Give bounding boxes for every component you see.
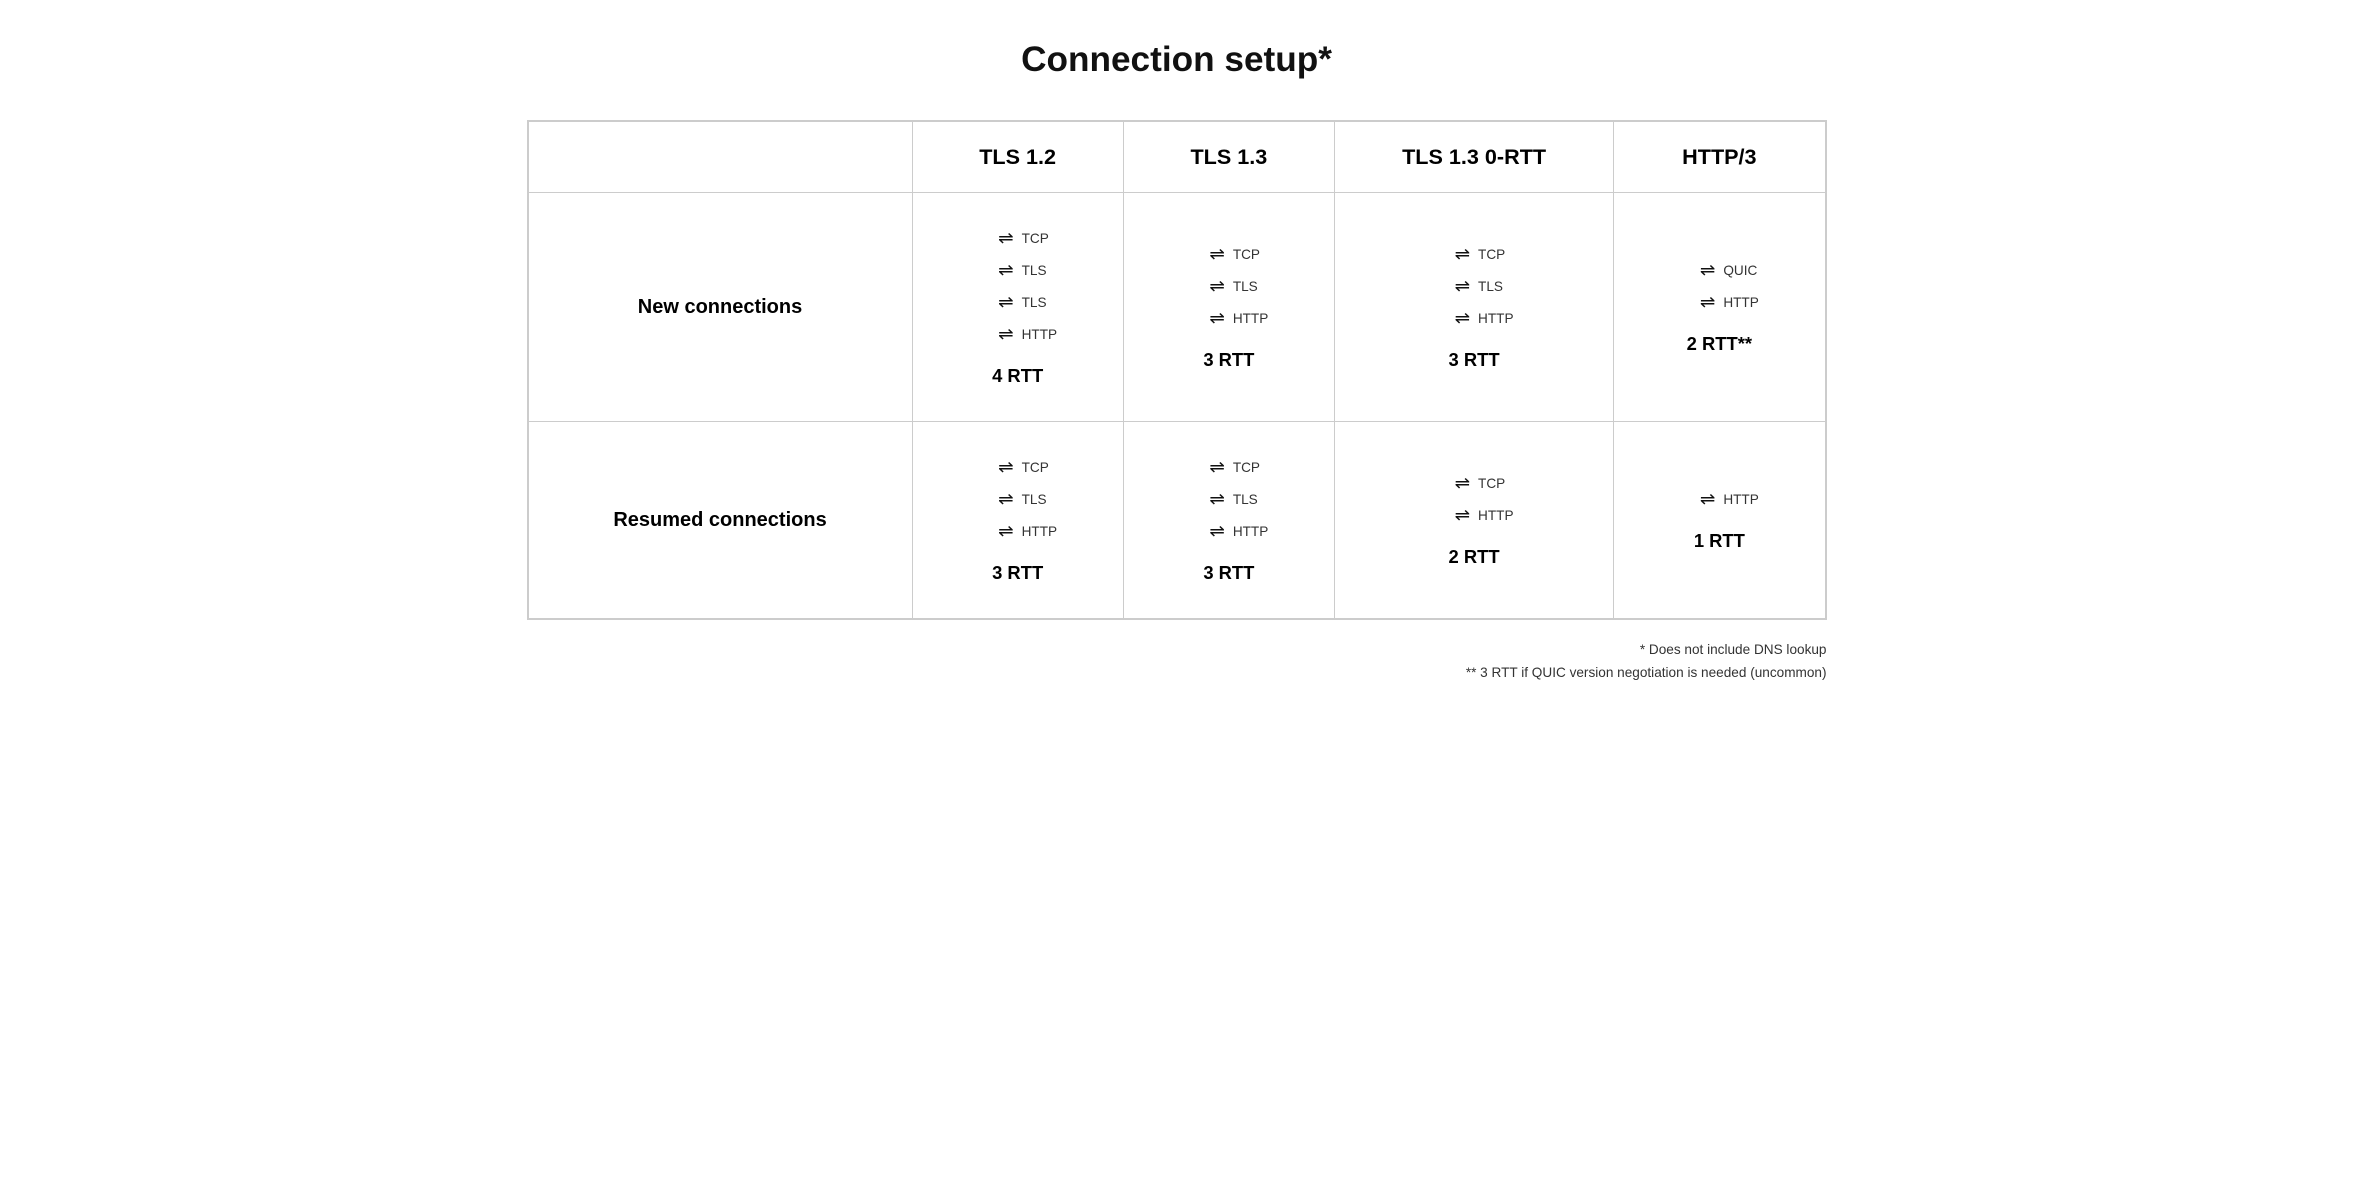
protocol-label: HTTP	[1723, 295, 1759, 310]
rtt-label: 3 RTT	[1203, 339, 1254, 389]
exchange-icon: ⇌	[998, 456, 1013, 478]
table-row-0: New connections ⇌ TCP ⇌ TLS ⇌ TLS ⇌ HTTP 4 RTT ⇌ TC…	[528, 193, 1825, 422]
exchange-icon: ⇌	[1209, 275, 1224, 297]
comparison-table: TLS 1.2 TLS 1.3 TLS 1.3 0-RTT HTTP/3 New…	[528, 121, 1826, 619]
protocol-label: TCP	[1022, 231, 1049, 246]
arrow-row-r0-c2-s2: ⇌ HTTP	[1455, 307, 1514, 329]
protocol-label: TLS	[1022, 492, 1047, 507]
protocol-label: TLS	[1233, 492, 1258, 507]
protocol-label: TCP	[1478, 247, 1505, 262]
col-header-tls12: TLS 1.2	[912, 122, 1123, 193]
exchange-icon: ⇌	[1455, 307, 1470, 329]
exchange-icon: ⇌	[998, 259, 1013, 281]
arrow-row-r0-c1-s2: ⇌ HTTP	[1209, 307, 1268, 329]
row-header-0: New connections	[528, 193, 912, 422]
col-header-tls13-0rtt: TLS 1.3 0-RTT	[1334, 122, 1613, 193]
exchange-icon: ⇌	[1700, 488, 1715, 510]
arrow-row-r1-c0-s0: ⇌ TCP	[998, 456, 1049, 478]
arrow-row-r1-c2-s1: ⇌ HTTP	[1455, 504, 1514, 526]
exchange-icon: ⇌	[1209, 456, 1224, 478]
cell-row0-col3: ⇌ QUIC ⇌ HTTP 2 RTT**	[1614, 193, 1825, 422]
rtt-label: 1 RTT	[1694, 520, 1745, 570]
footnote-item: ** 3 RTT if QUIC version negotiation is …	[527, 661, 1827, 684]
exchange-icon: ⇌	[1455, 472, 1470, 494]
cell-row1-col3: ⇌ HTTP 1 RTT	[1614, 422, 1825, 619]
protocol-label: HTTP	[1233, 311, 1269, 326]
exchange-icon: ⇌	[998, 227, 1013, 249]
protocol-label: HTTP	[1478, 311, 1514, 326]
arrow-row-r0-c0-s3: ⇌ HTTP	[998, 323, 1057, 345]
arrow-row-r0-c2-s0: ⇌ TCP	[1455, 243, 1506, 265]
exchange-icon: ⇌	[1700, 259, 1715, 281]
cell-row0-col2: ⇌ TCP ⇌ TLS ⇌ HTTP 3 RTT	[1334, 193, 1613, 422]
rtt-label: 4 RTT	[992, 355, 1043, 405]
table-row-1: Resumed connections ⇌ TCP ⇌ TLS ⇌ HTTP 3 RTT ⇌ TC…	[528, 422, 1825, 619]
col-header-empty	[528, 122, 912, 193]
exchange-icon: ⇌	[998, 323, 1013, 345]
page-title: Connection setup*	[1021, 40, 1332, 80]
arrow-row-r0-c1-s0: ⇌ TCP	[1209, 243, 1260, 265]
arrow-row-r1-c0-s2: ⇌ HTTP	[998, 520, 1057, 542]
rtt-label: 3 RTT	[992, 552, 1043, 602]
exchange-icon: ⇌	[1455, 275, 1470, 297]
cell-row1-col0: ⇌ TCP ⇌ TLS ⇌ HTTP 3 RTT	[912, 422, 1123, 619]
cell-row0-col0: ⇌ TCP ⇌ TLS ⇌ TLS ⇌ HTTP 4 RTT	[912, 193, 1123, 422]
protocol-label: HTTP	[1723, 492, 1759, 507]
arrow-row-r1-c3-s0: ⇌ HTTP	[1700, 488, 1759, 510]
arrow-row-r0-c0-s0: ⇌ TCP	[998, 227, 1049, 249]
arrow-row-r1-c0-s1: ⇌ TLS	[998, 488, 1046, 510]
exchange-icon: ⇌	[1455, 504, 1470, 526]
protocol-label: TCP	[1233, 460, 1260, 475]
cell-row1-col2: ⇌ TCP ⇌ HTTP 2 RTT	[1334, 422, 1613, 619]
exchange-icon: ⇌	[1209, 307, 1224, 329]
protocol-label: HTTP	[1478, 508, 1514, 523]
rtt-label: 3 RTT	[1449, 339, 1500, 389]
footnotes: * Does not include DNS lookup** 3 RTT if…	[527, 638, 1827, 684]
col-header-http3: HTTP/3	[1614, 122, 1825, 193]
arrow-row-r1-c1-s0: ⇌ TCP	[1209, 456, 1260, 478]
arrow-row-r0-c1-s1: ⇌ TLS	[1209, 275, 1257, 297]
col-header-tls13: TLS 1.3	[1123, 122, 1334, 193]
comparison-table-wrapper: TLS 1.2 TLS 1.3 TLS 1.3 0-RTT HTTP/3 New…	[527, 120, 1827, 620]
protocol-label: TLS	[1022, 295, 1047, 310]
header-row: TLS 1.2 TLS 1.3 TLS 1.3 0-RTT HTTP/3	[528, 122, 1825, 193]
cell-row1-col1: ⇌ TCP ⇌ TLS ⇌ HTTP 3 RTT	[1123, 422, 1334, 619]
arrow-row-r1-c1-s1: ⇌ TLS	[1209, 488, 1257, 510]
protocol-label: TCP	[1022, 460, 1049, 475]
arrow-row-r0-c2-s1: ⇌ TLS	[1455, 275, 1503, 297]
arrow-row-r0-c3-s0: ⇌ QUIC	[1700, 259, 1757, 281]
arrow-row-r0-c3-s1: ⇌ HTTP	[1700, 291, 1759, 313]
protocol-label: TLS	[1478, 279, 1503, 294]
protocol-label: TCP	[1233, 247, 1260, 262]
exchange-icon: ⇌	[1700, 291, 1715, 313]
arrow-row-r0-c0-s1: ⇌ TLS	[998, 259, 1046, 281]
exchange-icon: ⇌	[1209, 520, 1224, 542]
arrow-row-r0-c0-s2: ⇌ TLS	[998, 291, 1046, 313]
protocol-label: TLS	[1233, 279, 1258, 294]
arrow-row-r1-c2-s0: ⇌ TCP	[1455, 472, 1506, 494]
row-header-1: Resumed connections	[528, 422, 912, 619]
exchange-icon: ⇌	[1209, 243, 1224, 265]
exchange-icon: ⇌	[1209, 488, 1224, 510]
exchange-icon: ⇌	[998, 520, 1013, 542]
protocol-label: HTTP	[1233, 524, 1269, 539]
cell-row0-col1: ⇌ TCP ⇌ TLS ⇌ HTTP 3 RTT	[1123, 193, 1334, 422]
footnote-item: * Does not include DNS lookup	[527, 638, 1827, 661]
exchange-icon: ⇌	[998, 488, 1013, 510]
arrow-row-r1-c1-s2: ⇌ HTTP	[1209, 520, 1268, 542]
protocol-label: QUIC	[1723, 263, 1757, 278]
protocol-label: TLS	[1022, 263, 1047, 278]
protocol-label: HTTP	[1022, 524, 1058, 539]
rtt-label: 2 RTT	[1449, 536, 1500, 586]
protocol-label: HTTP	[1022, 327, 1058, 342]
rtt-label: 2 RTT**	[1687, 323, 1752, 373]
exchange-icon: ⇌	[1455, 243, 1470, 265]
protocol-label: TCP	[1478, 476, 1505, 491]
exchange-icon: ⇌	[998, 291, 1013, 313]
rtt-label: 3 RTT	[1203, 552, 1254, 602]
